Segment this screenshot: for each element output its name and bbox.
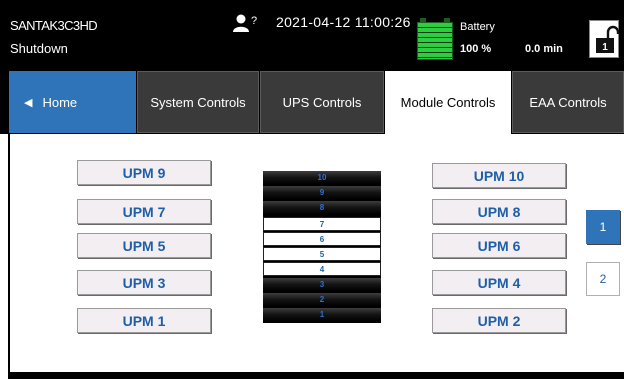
module-slot: 8 (263, 201, 381, 215)
upm-6-button[interactable]: UPM 6 (432, 233, 566, 258)
user-badge: ? (251, 15, 257, 27)
upm-1-button[interactable]: UPM 1 (77, 308, 211, 333)
home-button[interactable]: ◀ Home (9, 71, 136, 133)
module-slot: 10 (263, 171, 381, 185)
user-icon: ? (233, 14, 257, 32)
lock-button[interactable]: 1 (589, 20, 620, 58)
upm-7-button[interactable]: UPM 7 (77, 199, 211, 224)
upm-2-button[interactable]: UPM 2 (432, 308, 566, 333)
tab-module-controls[interactable]: Module Controls (385, 71, 511, 134)
unlocked-padlock-icon: 1 (596, 25, 620, 53)
battery-runtime: 0.0 min (525, 43, 563, 55)
lock-level: 1 (602, 42, 608, 53)
battery-percent: 100 % (460, 43, 492, 55)
battery-label: Battery (460, 21, 495, 33)
module-slot: 3 (263, 278, 381, 292)
module-slot: 5 (263, 247, 381, 261)
frame-border (8, 372, 624, 379)
upm-8-button[interactable]: UPM 8 (432, 199, 566, 224)
tab-ups-controls[interactable]: UPS Controls (260, 71, 384, 133)
home-label: Home (42, 94, 78, 110)
datetime: 2021-04-12 11:00:26 (276, 14, 411, 30)
module-slot: 2 (263, 293, 381, 307)
battery-icon (417, 18, 453, 60)
system-status: Shutdown (10, 41, 68, 56)
module-slot: 9 (263, 186, 381, 200)
upm-10-button[interactable]: UPM 10 (432, 163, 566, 188)
upm-3-button[interactable]: UPM 3 (77, 270, 211, 295)
header-bar: SANTAK3C3HD Shutdown ? 2021-04-12 11:00:… (0, 0, 624, 70)
tab-bar: ◀ Home System Controls UPS Controls Modu… (0, 70, 624, 134)
module-slot: 1 (263, 308, 381, 322)
upm-9-button[interactable]: UPM 9 (77, 160, 211, 185)
page-2-button[interactable]: 2 (586, 262, 620, 296)
tab-system-controls[interactable]: System Controls (137, 71, 259, 133)
frame-border (8, 134, 10, 379)
upm-5-button[interactable]: UPM 5 (77, 233, 211, 258)
page-1-button[interactable]: 1 (586, 210, 620, 244)
device-name: SANTAK3C3HD (10, 18, 98, 33)
left-triangle-icon: ◀ (24, 96, 33, 109)
module-slot: 4 (263, 262, 381, 276)
module-slot: 6 (263, 232, 381, 246)
upm-4-button[interactable]: UPM 4 (432, 270, 566, 295)
tab-eaa-controls[interactable]: EAA Controls (512, 71, 624, 133)
module-slot: 7 (263, 217, 381, 231)
module-stack: 10 9 8 7 6 5 4 3 2 1 (263, 171, 381, 323)
